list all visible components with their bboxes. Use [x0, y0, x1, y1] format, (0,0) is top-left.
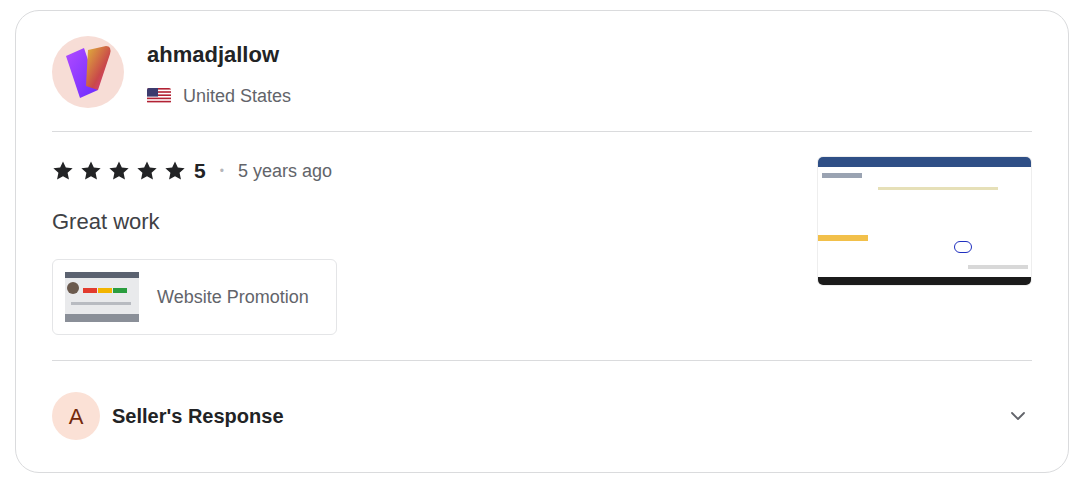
seller-response-label: Seller's Response: [112, 403, 284, 429]
seller-response-row[interactable]: A Seller's Response: [52, 392, 1032, 440]
reviewer-avatar-icon[interactable]: [52, 36, 124, 108]
gig-thumbnail: [65, 272, 139, 322]
divider: [52, 360, 1032, 361]
star-icon: [80, 160, 102, 182]
star-icon: [136, 160, 158, 182]
rating-value: 5: [194, 159, 206, 183]
reviewer-country: United States: [183, 84, 291, 108]
review-attachment[interactable]: [817, 156, 1032, 286]
separator: •: [220, 159, 224, 183]
reviewer-header: ahmadjallow United States: [52, 36, 1032, 108]
review-card: ahmadjallow United States 5 • 5 years ag…: [15, 10, 1069, 473]
reviewer-name[interactable]: ahmadjallow: [147, 40, 291, 70]
gig-chip[interactable]: Website Promotion: [52, 259, 337, 335]
review-body: 5 • 5 years ago Great work Website Promo…: [52, 132, 1032, 335]
star-icon: [108, 160, 130, 182]
chevron-down-icon[interactable]: [1009, 407, 1027, 425]
gig-title[interactable]: Website Promotion: [157, 285, 309, 309]
divider: [52, 131, 1032, 132]
star-icon: [164, 160, 186, 182]
seller-avatar: A: [52, 392, 100, 440]
star-rating: [52, 160, 186, 182]
us-flag-icon: [147, 88, 171, 104]
review-time: 5 years ago: [238, 159, 332, 183]
star-icon: [52, 160, 74, 182]
review-text: Great work: [52, 207, 817, 237]
